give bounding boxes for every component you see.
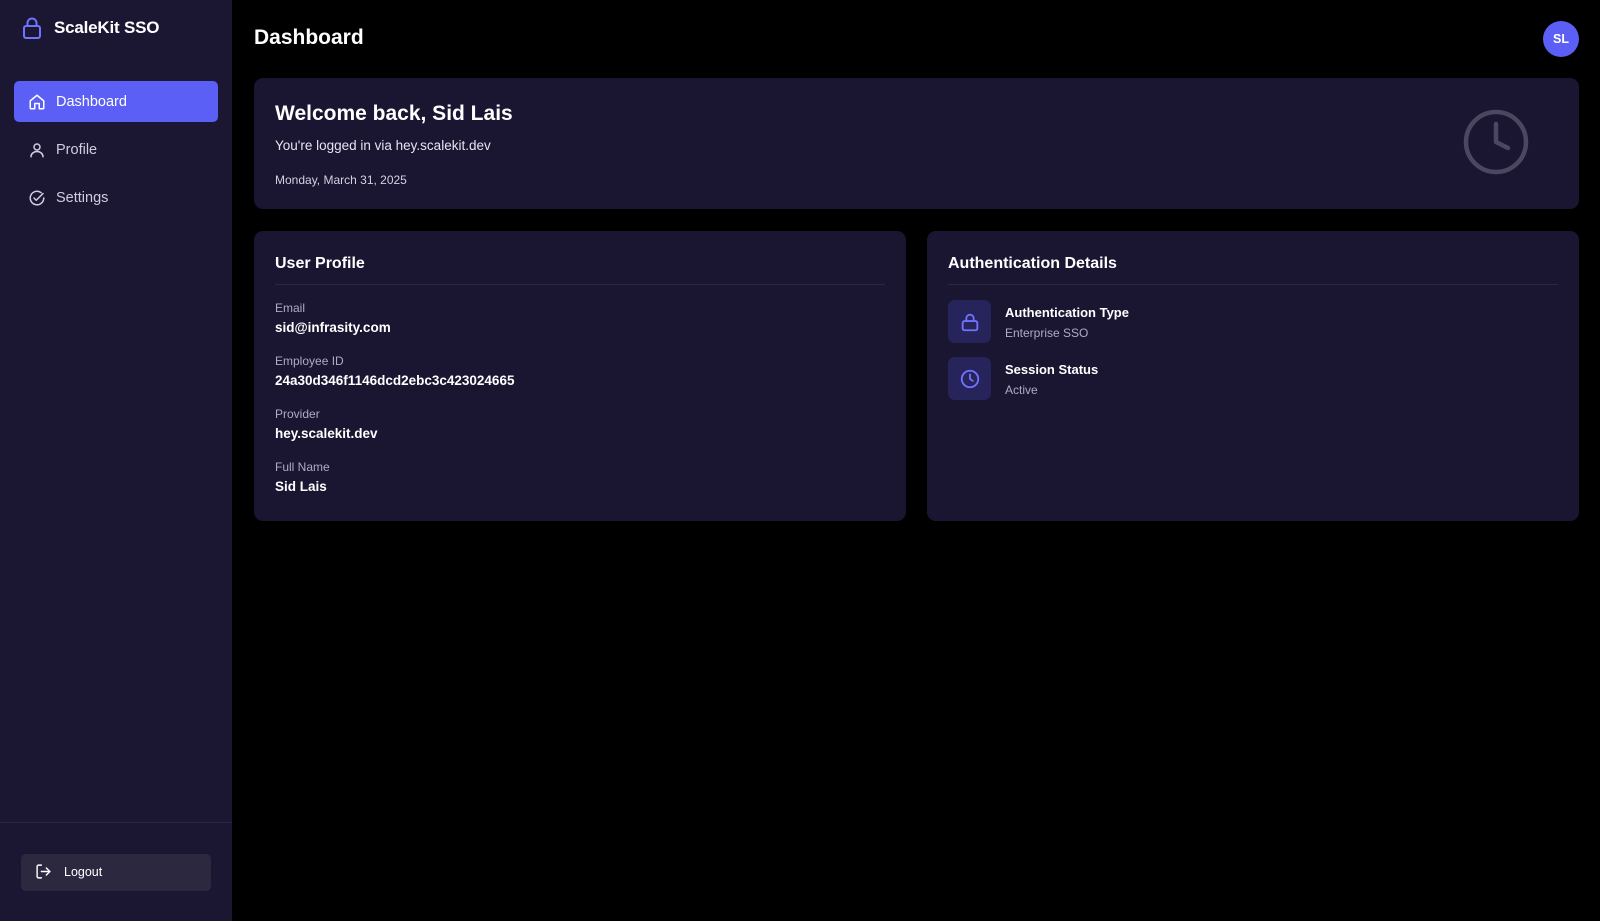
employee-id-field: Employee ID 24a30d346f1146dcd2ebc3c42302… xyxy=(275,354,514,388)
sidebar-item-profile[interactable]: Profile xyxy=(14,129,218,170)
logout-button[interactable]: Logout xyxy=(21,853,211,891)
field-label: Full Name xyxy=(275,460,330,474)
sidebar-item-dashboard[interactable]: Dashboard xyxy=(14,81,218,122)
page-title: Dashboard xyxy=(254,26,364,49)
field-value: hey.scalekit.dev xyxy=(275,426,378,441)
main-content: Dashboard SL Welcome back, Sid Lais You'… xyxy=(232,0,1600,921)
auth-item-title: Authentication Type xyxy=(1005,305,1129,320)
logout-label: Logout xyxy=(64,865,103,879)
brand[interactable]: ScaleKit SSO xyxy=(0,0,232,56)
auth-item-value: Enterprise SSO xyxy=(1005,326,1089,340)
sidebar-item-label: Dashboard xyxy=(56,93,127,110)
auth-item-value: Active xyxy=(1005,383,1038,397)
brand-title: ScaleKit SSO xyxy=(54,18,160,37)
divider xyxy=(275,284,885,285)
avatar[interactable]: SL xyxy=(1543,21,1579,57)
field-value: 24a30d346f1146dcd2ebc3c423024665 xyxy=(275,373,515,388)
user-profile-title: User Profile xyxy=(275,255,365,272)
sidebar-item-label: Profile xyxy=(56,141,98,158)
sidebar-item-settings[interactable]: Settings xyxy=(14,177,218,218)
sidebar-footer: Logout xyxy=(0,822,232,921)
provider-field: Provider hey.scalekit.dev xyxy=(275,407,378,441)
check-circle-icon xyxy=(28,189,46,207)
divider xyxy=(948,284,1558,285)
field-value: Sid Lais xyxy=(275,479,327,494)
welcome-title: Welcome back, Sid Lais xyxy=(275,102,513,125)
full-name-field: Full Name Sid Lais xyxy=(275,460,330,494)
session-status-row: Session Status Active xyxy=(948,357,1098,400)
clock-icon xyxy=(1462,108,1530,176)
field-label: Employee ID xyxy=(275,354,344,368)
authentication-type-row: Authentication Type Enterprise SSO xyxy=(948,300,1129,343)
user-profile-card: User Profile Email sid@infrasity.com Emp… xyxy=(254,231,906,521)
lock-icon xyxy=(948,300,991,343)
auth-item-title: Session Status xyxy=(1005,362,1099,377)
email-field: Email sid@infrasity.com xyxy=(275,301,391,335)
authentication-details-title: Authentication Details xyxy=(948,255,1117,272)
field-value: sid@infrasity.com xyxy=(275,320,391,335)
welcome-subtitle: You're logged in via hey.scalekit.dev xyxy=(275,138,491,153)
authentication-details-card: Authentication Details Authentication Ty… xyxy=(927,231,1579,521)
lock-icon xyxy=(21,16,43,40)
welcome-date: Monday, March 31, 2025 xyxy=(275,173,407,187)
field-label: Provider xyxy=(275,407,320,421)
logout-icon xyxy=(35,863,53,881)
home-icon xyxy=(28,93,46,111)
sidebar-item-label: Settings xyxy=(56,189,109,206)
welcome-card: Welcome back, Sid Lais You're logged in … xyxy=(254,78,1579,209)
sidebar-nav: Dashboard Profile Settings xyxy=(0,81,232,218)
field-label: Email xyxy=(275,301,306,315)
user-icon xyxy=(28,141,46,159)
sidebar: ScaleKit SSO Dashboard Profile Settings … xyxy=(0,0,232,921)
clock-icon xyxy=(948,357,991,400)
